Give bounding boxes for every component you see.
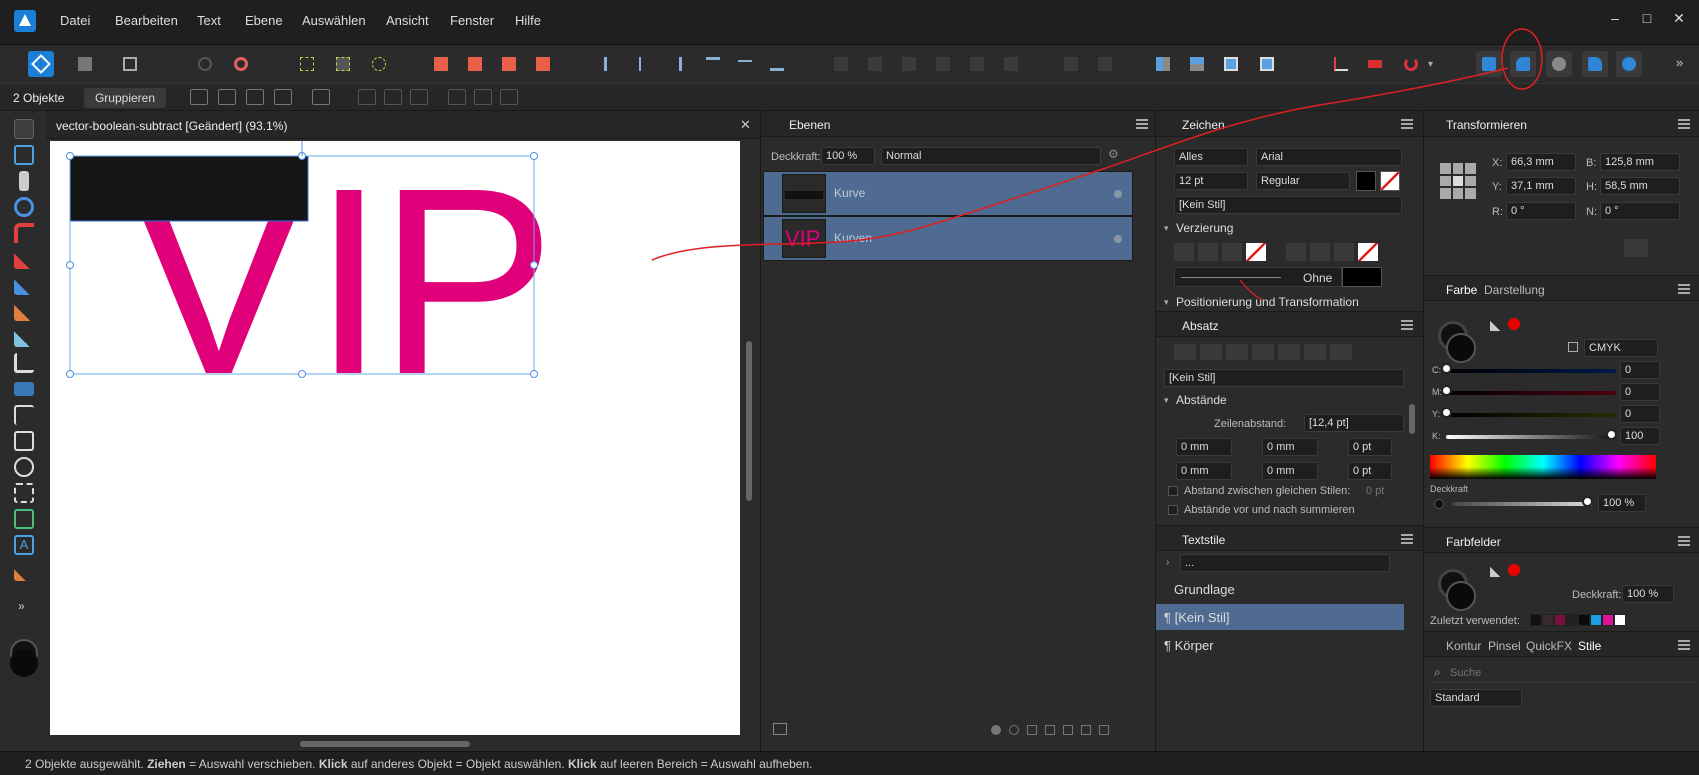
status-bar: 2 Objekte ausgewählt. Ziehen = Auswahl v… — [0, 751, 1699, 775]
annotation-circle — [1501, 28, 1543, 90]
annotation-arrow-line — [651, 67, 1509, 261]
affinity-designer-window: Datei Bearbeiten Text Ebene Auswählen An… — [0, 0, 1699, 775]
status-bold: Klick — [567, 757, 597, 771]
status-part: auf leeren Bereich = Auswahl aufheben. — [596, 757, 813, 771]
status-part: 2 Objekte ausgewählt. — [25, 757, 148, 771]
status-bold: Ziehen — [147, 757, 186, 771]
status-bold: Klick — [318, 757, 348, 771]
annotation-overlay — [651, 28, 1543, 301]
annotation-stroke — [1239, 279, 1263, 301]
status-part: auf anderes Objekt = Objekt auswählen. — [347, 757, 568, 771]
status-part: = Auswahl verschieben. — [185, 757, 319, 771]
status-text: 2 Objekte ausgewählt. Ziehen = Auswahl v… — [25, 757, 813, 771]
